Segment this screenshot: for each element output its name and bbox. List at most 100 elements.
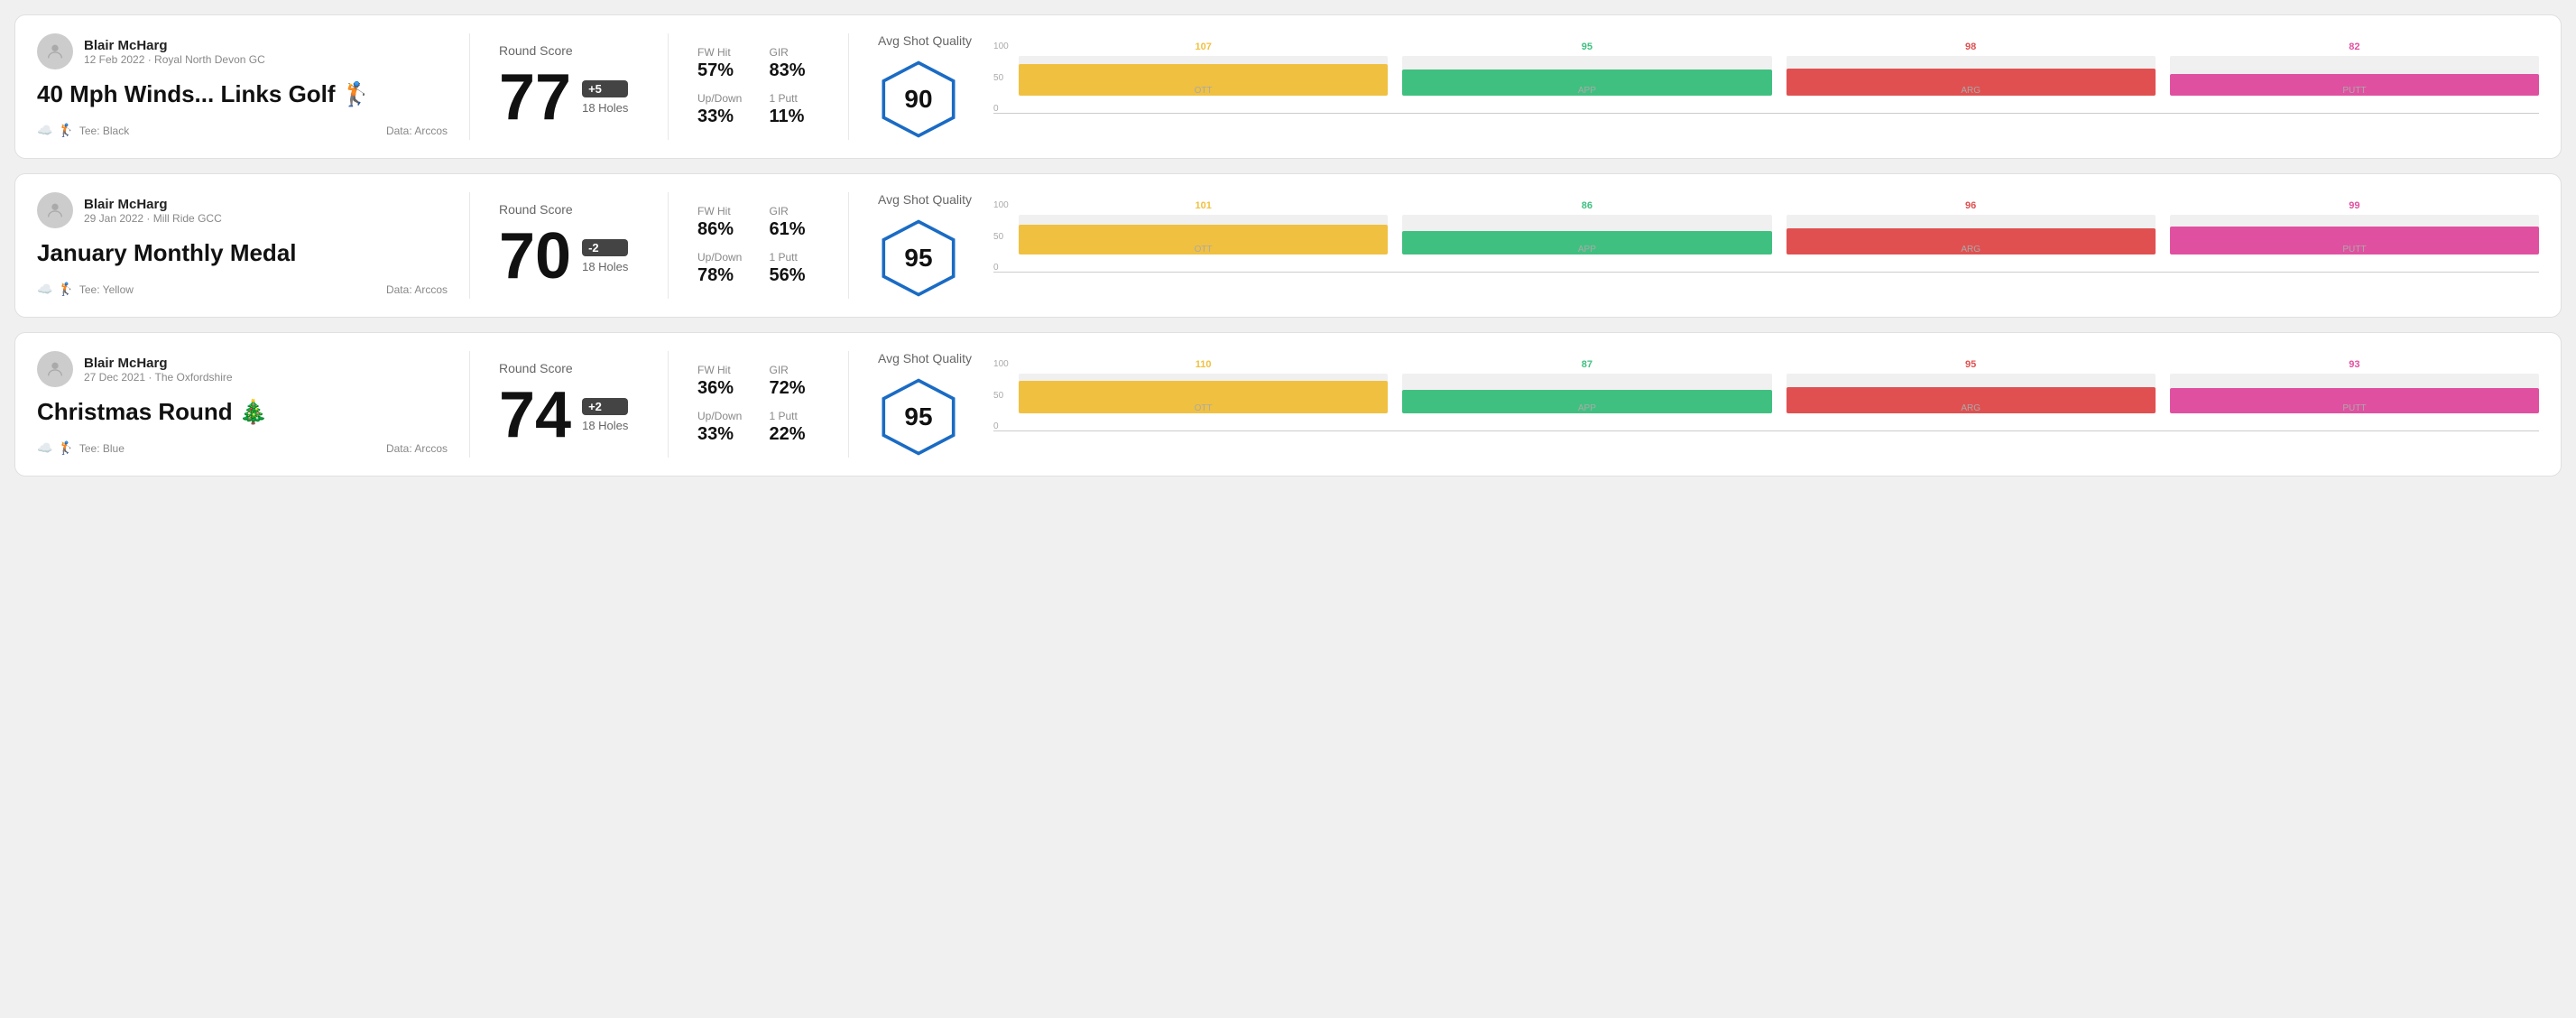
bar-value-putt: 82: [2349, 42, 2359, 52]
bar-group-arg: 96 ARG: [1787, 200, 2156, 255]
bar-group-ott: 101 OTT: [1019, 200, 1388, 255]
fw-hit-stat: FW Hit 86%: [697, 205, 748, 240]
score-label: Round Score: [499, 202, 639, 217]
stats-section: FW Hit 86% GIR 61% Up/Down 78% 1 Putt 56…: [669, 192, 849, 299]
quality-left: Avg Shot Quality 90: [878, 33, 972, 140]
bag-icon: 🏌️: [58, 440, 73, 456]
user-header: Blair McHarg 29 Jan 2022 · Mill Ride GCC: [37, 192, 448, 228]
quality-left: Avg Shot Quality 95: [878, 192, 972, 299]
bar-chart: 100 50 0 110 OTT 87 APP 95: [993, 359, 2539, 449]
round-card: Blair McHarg 27 Dec 2021 · The Oxfordshi…: [14, 332, 2562, 477]
fw-hit-value: 86%: [697, 219, 748, 240]
user-name: Blair McHarg: [84, 356, 233, 371]
bar-group-ott: 107 OTT: [1019, 42, 1388, 96]
score-section: Round Score 77 +5 18 Holes: [470, 33, 669, 140]
weather-icon: ☁️: [37, 282, 52, 297]
bar-value-app: 95: [1582, 42, 1593, 52]
user-header: Blair McHarg 27 Dec 2021 · The Oxfordshi…: [37, 351, 448, 387]
bar-label-app: APP: [1578, 403, 1596, 413]
y-axis-labels: 100 50 0: [993, 42, 1009, 114]
data-source: Data: Arccos: [386, 283, 448, 296]
y-axis-labels: 100 50 0: [993, 359, 1009, 431]
bar-group-putt: 99 PUTT: [2170, 200, 2539, 255]
round-title: January Monthly Medal: [37, 239, 448, 267]
user-name: Blair McHarg: [84, 197, 222, 212]
round-card: Blair McHarg 29 Jan 2022 · Mill Ride GCC…: [14, 173, 2562, 318]
one-putt-stat: 1 Putt 11%: [770, 92, 820, 127]
score-detail: +5 18 Holes: [582, 80, 628, 115]
bar-value-arg: 95: [1965, 359, 1976, 370]
hexagon: 95: [878, 217, 959, 299]
round-footer: ☁️ 🏌️ Tee: Yellow Data: Arccos: [37, 282, 448, 297]
up-down-value: 78%: [697, 265, 748, 286]
quality-section: Avg Shot Quality 95 100 50 0 110: [849, 351, 2539, 458]
bar-chart: 100 50 0 101 OTT 86 APP 96: [993, 200, 2539, 291]
bar-label-ott: OTT: [1195, 86, 1213, 96]
user-info: Blair McHarg 27 Dec 2021 · The Oxfordshi…: [84, 356, 233, 384]
score-holes: 18 Holes: [582, 101, 628, 115]
user-sub: 27 Dec 2021 · The Oxfordshire: [84, 371, 233, 384]
gir-value: 61%: [770, 219, 820, 240]
hexagon-score: 95: [904, 244, 932, 273]
bar-value-ott: 110: [1196, 359, 1212, 370]
round-footer: ☁️ 🏌️ Tee: Blue Data: Arccos: [37, 440, 448, 456]
bar-label-ott: OTT: [1195, 245, 1213, 255]
score-badge: -2: [582, 239, 628, 256]
bar-value-app: 86: [1582, 200, 1593, 211]
bar-group-app: 95 APP: [1402, 42, 1771, 96]
up-down-stat: Up/Down 78%: [697, 251, 748, 286]
data-source: Data: Arccos: [386, 125, 448, 137]
weather-icon: ☁️: [37, 123, 52, 138]
bar-label-app: APP: [1578, 245, 1596, 255]
score-section: Round Score 74 +2 18 Holes: [470, 351, 669, 458]
bar-label-arg: ARG: [1961, 403, 1980, 413]
tee-label: Tee: Black: [79, 125, 129, 137]
user-sub: 12 Feb 2022 · Royal North Devon GC: [84, 53, 265, 66]
round-card: Blair McHarg 12 Feb 2022 · Royal North D…: [14, 14, 2562, 159]
score-label: Round Score: [499, 361, 639, 375]
tee-label: Tee: Blue: [79, 442, 125, 455]
bar-value-putt: 99: [2349, 200, 2359, 211]
quality-section: Avg Shot Quality 90 100 50 0 107: [849, 33, 2539, 140]
up-down-value: 33%: [697, 106, 748, 127]
stats-section: FW Hit 57% GIR 83% Up/Down 33% 1 Putt 11…: [669, 33, 849, 140]
one-putt-stat: 1 Putt 56%: [770, 251, 820, 286]
avatar: [37, 33, 73, 69]
bar-group-putt: 93 PUTT: [2170, 359, 2539, 413]
hexagon: 90: [878, 59, 959, 140]
round-title: Christmas Round 🎄: [37, 398, 448, 426]
tee-info: ☁️ 🏌️ Tee: Black: [37, 123, 129, 138]
score-row: 74 +2 18 Holes: [499, 383, 639, 448]
score-number: 74: [499, 383, 571, 448]
one-putt-value: 56%: [770, 265, 820, 286]
score-number: 77: [499, 65, 571, 130]
bar-value-ott: 101: [1195, 200, 1211, 211]
quality-left: Avg Shot Quality 95: [878, 351, 972, 458]
bar-value-app: 87: [1582, 359, 1593, 370]
user-sub: 29 Jan 2022 · Mill Ride GCC: [84, 212, 222, 225]
gir-label: GIR: [770, 46, 820, 59]
score-badge: +2: [582, 398, 628, 415]
user-name: Blair McHarg: [84, 38, 265, 53]
avatar: [37, 192, 73, 228]
fw-hit-label: FW Hit: [697, 205, 748, 217]
bar-label-putt: PUTT: [2342, 86, 2366, 96]
up-down-label: Up/Down: [697, 251, 748, 264]
score-holes: 18 Holes: [582, 419, 628, 432]
tee-info: ☁️ 🏌️ Tee: Blue: [37, 440, 125, 456]
fw-hit-stat: FW Hit 57%: [697, 46, 748, 81]
one-putt-stat: 1 Putt 22%: [770, 410, 820, 445]
bar-group-ott: 110 OTT: [1019, 359, 1388, 413]
gir-label: GIR: [770, 364, 820, 376]
bar-label-putt: PUTT: [2342, 403, 2366, 413]
bar-chart: 100 50 0 107 OTT 95 APP 98: [993, 42, 2539, 132]
y-axis-labels: 100 50 0: [993, 200, 1009, 273]
score-holes: 18 Holes: [582, 260, 628, 273]
stats-grid: FW Hit 57% GIR 83% Up/Down 33% 1 Putt 11…: [697, 46, 819, 127]
weather-icon: ☁️: [37, 440, 52, 456]
hexagon-score: 95: [904, 403, 932, 431]
quality-label: Avg Shot Quality: [878, 33, 972, 48]
score-row: 70 -2 18 Holes: [499, 224, 639, 289]
round-left-section: Blair McHarg 27 Dec 2021 · The Oxfordshi…: [37, 351, 470, 458]
up-down-stat: Up/Down 33%: [697, 410, 748, 445]
